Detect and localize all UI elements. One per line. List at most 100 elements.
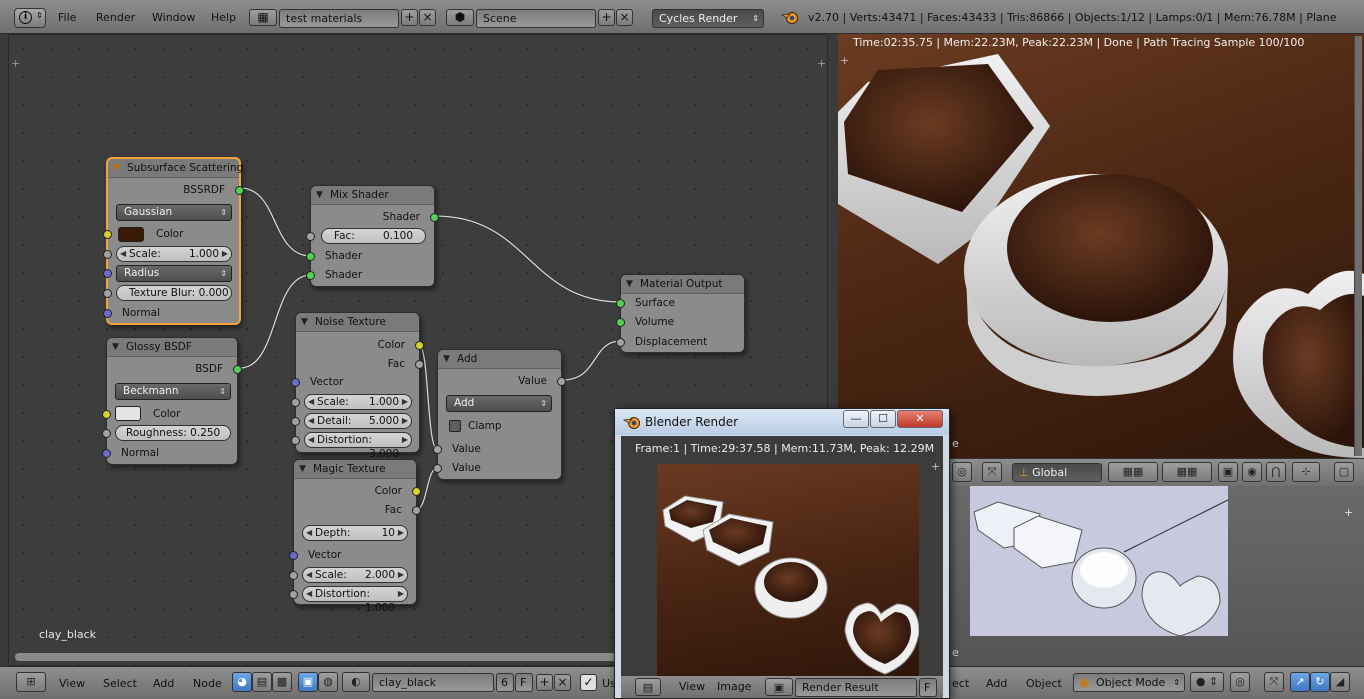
lock-camera-icon[interactable]: ▣ (1218, 462, 1238, 482)
node-header[interactable]: ▼ Magic Texture (294, 460, 416, 479)
layers-icon[interactable]: ▦▦ (1162, 462, 1212, 482)
new-material-icon[interactable]: + (536, 674, 553, 691)
collapse-triangle-icon[interactable]: ▼ (443, 350, 450, 369)
rotate-manipulator-icon[interactable]: ↻ (1310, 672, 1330, 692)
node-subsurface-scattering[interactable]: ▼ Subsurface Scattering BSSRDF Gaussian ⇕ … (103, 157, 244, 325)
render-icon[interactable]: ▢ (1334, 462, 1354, 482)
menu-file[interactable]: File (58, 11, 76, 24)
output-socket-color[interactable] (412, 487, 421, 496)
input-socket-vector[interactable] (289, 551, 298, 560)
output-socket-shader[interactable] (430, 213, 439, 222)
texture-blur-field[interactable]: Texture Blur: 0.000 (116, 285, 232, 301)
input-socket-surface[interactable] (616, 299, 625, 308)
world-shader-icon[interactable]: ◍ (318, 672, 338, 692)
menu-select-3d[interactable]: ect (952, 677, 969, 690)
node-noise-texture[interactable]: ▼ Noise Texture Color Fac Vector ◀ Scale: 1… (291, 312, 424, 460)
input-socket-color[interactable] (102, 410, 111, 419)
screen-layout-field[interactable]: test materials (279, 9, 399, 28)
collapse-triangle-icon[interactable]: ▼ (626, 275, 633, 294)
proportional-edit-icon[interactable]: ◉ (1242, 462, 1262, 482)
menu-node[interactable]: Node (193, 677, 222, 690)
viewport-shading-icon[interactable]: ● ⇕ (1190, 672, 1224, 692)
menu-object-3d[interactable]: Object (1026, 677, 1062, 690)
compositing-nodes-icon[interactable]: ▤ (252, 672, 272, 692)
distribution-select[interactable]: Beckmann ⇕ (115, 383, 231, 400)
render-view-scrollbar[interactable] (1354, 36, 1362, 456)
texture-nodes-icon[interactable]: ▩ (272, 672, 292, 692)
unlink-material-icon[interactable]: × (554, 674, 571, 691)
manipulator-toggle-icon[interactable]: ⤧ (1264, 672, 1284, 692)
viewport-3d[interactable]: e + (946, 486, 1364, 666)
fake-user-button[interactable]: F (515, 673, 533, 692)
rendered-viewport[interactable]: Time:02:35.75 | Mem:22.23M, Peak:22.23M … (838, 34, 1364, 458)
menu-render[interactable]: Render (96, 11, 135, 24)
scale-field[interactable]: ◀ Scale: 2.000 ▶ (302, 567, 408, 583)
add-scene-icon[interactable]: + (598, 9, 615, 26)
translate-manipulator-icon[interactable]: ↗ (1290, 672, 1310, 692)
menu-view[interactable]: View (59, 677, 85, 690)
falloff-select[interactable]: Gaussian ⇕ (116, 204, 232, 221)
output-socket-fac[interactable] (412, 506, 421, 515)
color-swatch[interactable] (115, 406, 141, 421)
orientation-select[interactable]: ⊥ Global (1012, 463, 1102, 482)
editor-type-node-icon[interactable]: ⊞ (16, 672, 46, 692)
snap-target-icon[interactable]: ⊹ (1292, 462, 1320, 482)
input-socket-vector[interactable] (291, 378, 300, 387)
scale-manipulator-icon[interactable]: ◢ (1330, 672, 1350, 692)
material-users-count[interactable]: 6 (496, 673, 514, 692)
operation-select[interactable]: Add ⇕ (446, 395, 552, 412)
editor-type-image-icon[interactable]: ▤ (635, 678, 661, 696)
input-socket-scale[interactable] (103, 250, 112, 259)
scene-icon[interactable]: ⬢ (446, 9, 474, 26)
output-socket-bsdf[interactable] (233, 365, 242, 374)
object-mode-select[interactable]: ▣ Object Mode ⇕ (1073, 673, 1185, 692)
collapse-triangle-icon[interactable]: ▼ (112, 338, 119, 357)
input-socket-value-1[interactable] (433, 445, 442, 454)
menu-select[interactable]: Select (103, 677, 137, 690)
radius-select[interactable]: Radius ⇕ (116, 265, 232, 282)
collapse-triangle-icon[interactable]: ▼ (316, 186, 323, 205)
layers-icon[interactable]: ▦▦ (1108, 462, 1158, 482)
input-socket-normal[interactable] (102, 449, 111, 458)
color-swatch[interactable] (118, 227, 144, 242)
scene-field[interactable]: Scene (476, 9, 596, 28)
output-socket-fac[interactable] (415, 360, 424, 369)
menu-add[interactable]: Add (153, 677, 174, 690)
input-socket-displacement[interactable] (616, 338, 625, 347)
input-socket-fac[interactable] (306, 232, 315, 241)
input-socket-distortion[interactable] (291, 436, 300, 445)
clamp-checkbox[interactable] (449, 420, 461, 432)
blender-render-window[interactable]: Blender Render — ☐ ✕ Frame:1 | Time:29:3… (614, 408, 950, 699)
menu-window[interactable]: Window (152, 11, 195, 24)
pivot-point-icon[interactable]: ◎ (1230, 672, 1250, 692)
material-name-field[interactable]: clay_black (372, 673, 494, 692)
node-header[interactable]: ▼ Add (438, 350, 561, 369)
input-socket-scale[interactable] (289, 571, 298, 580)
scale-field[interactable]: ◀ Scale: 1.000 ▶ (304, 394, 412, 410)
input-socket-normal[interactable] (103, 309, 112, 318)
scale-field[interactable]: ◀ Scale: 1.000 ▶ (116, 246, 232, 262)
node-header[interactable]: ▼ Glossy BSDF (107, 338, 237, 357)
menu-help[interactable]: Help (211, 11, 236, 24)
input-socket-detail[interactable] (291, 417, 300, 426)
node-glossy-bsdf[interactable]: ▼ Glossy BSDF BSDF Beckmann ⇕ Color Roughn… (102, 337, 242, 465)
output-socket-bssrdf[interactable] (235, 186, 244, 195)
node-header[interactable]: ▼ Subsurface Scattering (108, 159, 243, 178)
input-socket-roughness[interactable] (102, 429, 111, 438)
menu-view-render[interactable]: View (679, 680, 705, 693)
node-material-output[interactable]: ▼ Material Output Surface Volume Displace… (616, 274, 745, 353)
use-nodes-checkbox[interactable]: ✓ (580, 674, 597, 691)
node-header[interactable]: ▼ Noise Texture (296, 313, 419, 332)
material-browse-icon[interactable]: ◐ (342, 672, 370, 692)
collapse-triangle-icon[interactable]: ▼ (113, 159, 120, 178)
image-editor-area[interactable]: Frame:1 | Time:29:37.58 | Mem:11.73M, Pe… (621, 436, 943, 676)
input-socket-radius[interactable] (103, 269, 112, 278)
collapse-triangle-icon[interactable]: ▼ (301, 313, 308, 332)
render-window-titlebar[interactable]: Blender Render — ☐ ✕ (615, 409, 949, 435)
input-socket-value-2[interactable] (433, 464, 442, 473)
image-browse-icon[interactable]: ▣ (765, 678, 793, 696)
screen-layout-icon[interactable]: ▦ (249, 9, 277, 26)
roughness-field[interactable]: Roughness: 0.250 (115, 425, 231, 441)
maximize-icon[interactable]: ☐ (870, 410, 896, 428)
render-engine-select[interactable]: Cycles Render ⇕ (652, 9, 764, 28)
